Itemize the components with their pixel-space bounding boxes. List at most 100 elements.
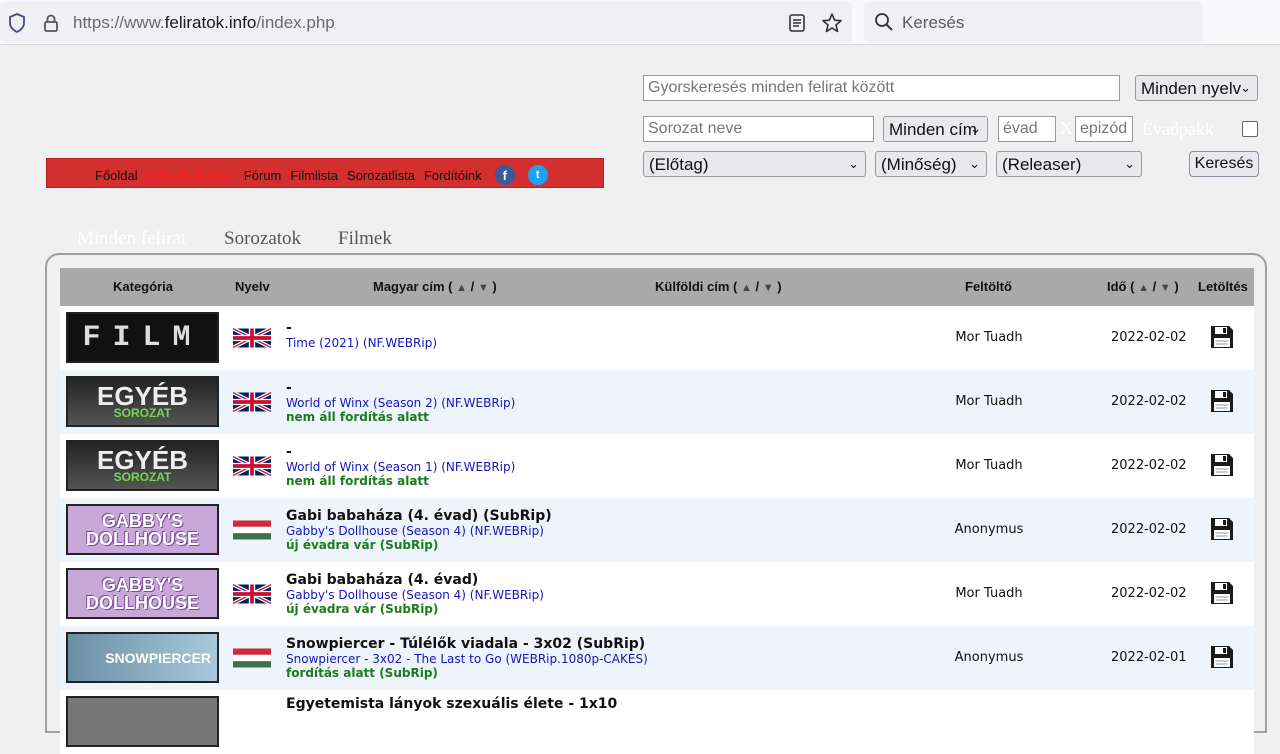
uk-flag-icon (233, 392, 271, 412)
foreign-title[interactable]: Snowpiercer - 3x02 - The Last to Go (WEB… (286, 652, 648, 666)
translation-status: nem áll fordítás alatt (286, 410, 429, 424)
title-select[interactable]: Minden cím ⌄ (883, 116, 988, 142)
tab-films[interactable]: Filmek (338, 228, 392, 250)
table-row[interactable]: Egyetemista lányok szexuális élete - 1x1… (60, 690, 1254, 754)
facebook-icon[interactable]: f (494, 165, 515, 185)
chevron-down-icon: ⌄ (848, 156, 859, 171)
nav-translators[interactable]: Fordítóink (424, 168, 482, 183)
hungarian-title[interactable]: Gabi babaháza (4. évad) (286, 572, 544, 588)
foreign-title[interactable]: World of Winx (Season 2) (NF.WEBRip) (286, 396, 515, 410)
language-select[interactable]: Minden nyelv ⌄ (1135, 75, 1258, 101)
lock-icon[interactable] (42, 13, 60, 33)
table-row[interactable]: SNOWPIERCER Snowpiercer - Túlélők viadal… (60, 626, 1254, 690)
quality-select[interactable]: (Minőség) ⌄ (875, 151, 987, 177)
table-row[interactable]: EGYÉB SOROZAT - World of Winx (Season 2) … (60, 370, 1254, 434)
table-row[interactable]: GABBY'S DOLLHOUSE Gabi babaháza (4. évad)… (60, 498, 1254, 562)
download-floppy-icon[interactable] (1210, 581, 1234, 605)
header-language: Nyelv (235, 279, 270, 294)
url-text[interactable]: https://www.feliratok.info/index.php (73, 13, 335, 33)
category-other-image[interactable]: EGYÉB SOROZAT (66, 376, 219, 427)
hungarian-title[interactable]: - (286, 380, 515, 396)
upload-date: 2022-02-01 (1111, 650, 1187, 665)
foreign-title[interactable]: Time (2021) (NF.WEBRip) (286, 336, 437, 350)
chevron-down-icon: ⌄ (1240, 80, 1251, 95)
main-nav: Főoldal Feliratbeküldés Fórum Filmlista … (46, 158, 604, 188)
subtitle-table: Kategória Nyelv Magyar cím ( ▲ / ▼ ) Kül… (60, 268, 1254, 754)
nav-submit-subtitle[interactable]: Feliratbeküldés (147, 168, 235, 183)
category-gabbys-dollhouse-image[interactable]: GABBY'S DOLLHOUSE (66, 504, 219, 555)
table-header: Kategória Nyelv Magyar cím ( ▲ / ▼ ) Kül… (60, 268, 1254, 306)
address-bar[interactable]: https://www.feliratok.info/index.php (0, 2, 852, 42)
category-film-image[interactable]: FILM (66, 312, 219, 363)
browser-search-box[interactable]: Keresés (864, 2, 1203, 42)
hungarian-title[interactable]: Gabi babaháza (4. évad) (SubRip) (286, 508, 552, 524)
foreign-title[interactable]: World of Winx (Season 1) (NF.WEBRip) (286, 460, 515, 474)
upload-date: 2022-02-02 (1111, 458, 1187, 473)
season-input[interactable]: évad (998, 116, 1056, 142)
chevron-down-icon: ⌄ (1124, 156, 1135, 171)
episode-separator: X (1060, 118, 1073, 138)
tracking-protection-shield-icon[interactable] (8, 13, 26, 33)
quick-search-input[interactable]: Gyorskeresés minden felirat között (643, 75, 1120, 101)
uk-flag-icon (233, 456, 271, 476)
bookmark-star-icon[interactable] (821, 12, 843, 34)
header-download: Letöltés (1198, 279, 1248, 294)
category-gabbys-dollhouse-image[interactable]: GABBY'S DOLLHOUSE (66, 568, 219, 619)
table-row[interactable]: GABBY'S DOLLHOUSE Gabi babaháza (4. évad)… (60, 562, 1254, 626)
reader-view-icon[interactable] (788, 13, 806, 33)
download-floppy-icon[interactable] (1210, 325, 1234, 349)
search-button[interactable]: Keresés (1189, 151, 1259, 177)
category-image[interactable] (66, 696, 219, 747)
hungarian-title[interactable]: - (286, 444, 515, 460)
browser-search-placeholder: Keresés (902, 13, 965, 32)
upload-date: 2022-02-02 (1111, 394, 1187, 409)
foreign-title[interactable]: Gabby's Dollhouse (Season 4) (NF.WEBRip) (286, 524, 552, 538)
search-icon (875, 13, 893, 31)
nav-film-list[interactable]: Filmlista (290, 168, 338, 183)
season-pack-checkbox[interactable] (1242, 121, 1258, 137)
sort-desc-icon[interactable]: ▼ (763, 282, 774, 294)
releaser-select[interactable]: (Releaser) ⌄ (996, 151, 1142, 177)
category-snowpiercer-image[interactable]: SNOWPIERCER (66, 632, 219, 683)
header-hungarian-title: Magyar cím ( ▲ / ▼ ) (373, 279, 497, 294)
nav-series-list[interactable]: Sorozatlista (347, 168, 415, 183)
episode-input[interactable]: epizód (1075, 116, 1133, 142)
header-foreign-title: Külföldi cím ( ▲ / ▼ ) (655, 279, 782, 294)
download-floppy-icon[interactable] (1210, 453, 1234, 477)
hungarian-title[interactable]: Snowpiercer - Túlélők viadala - 3x02 (Su… (286, 636, 648, 652)
translation-status: új évadra vár (SubRip) (286, 538, 439, 552)
header-time: Idő ( ▲ / ▼ ) (1107, 279, 1179, 294)
upload-date: 2022-02-02 (1111, 522, 1187, 537)
sort-asc-icon[interactable]: ▲ (1138, 282, 1149, 294)
hungarian-title[interactable]: Egyetemista lányok szexuális élete - 1x1… (286, 696, 617, 712)
browser-toolbar: https://www.feliratok.info/index.php Ker… (0, 0, 1280, 45)
sort-asc-icon[interactable]: ▲ (741, 282, 752, 294)
series-name-input[interactable]: Sorozat neve (643, 116, 874, 142)
sort-desc-icon[interactable]: ▼ (1160, 282, 1171, 294)
translation-status: nem áll fordítás alatt (286, 474, 429, 488)
sort-desc-icon[interactable]: ▼ (478, 282, 489, 294)
upload-date: 2022-02-02 (1111, 330, 1187, 345)
download-floppy-icon[interactable] (1210, 517, 1234, 541)
download-floppy-icon[interactable] (1210, 645, 1234, 669)
header-uploader: Feltöltő (965, 279, 1012, 294)
hungary-flag-icon (233, 520, 271, 540)
category-other-image[interactable]: EGYÉB SOROZAT (66, 440, 219, 491)
season-pack-label: Évadpakk (1142, 119, 1214, 139)
hungarian-title[interactable]: - (286, 320, 437, 336)
tab-all-subtitles[interactable]: Minden felirat (77, 228, 186, 250)
table-row[interactable]: EGYÉB SOROZAT - World of Winx (Season 1) … (60, 434, 1254, 498)
table-row[interactable]: FILM - Time (2021) (NF.WEBRip) Mor Tuadh… (60, 306, 1254, 370)
nav-home[interactable]: Főoldal (95, 168, 138, 183)
sort-asc-icon[interactable]: ▲ (456, 282, 467, 294)
header-category: Kategória (113, 279, 173, 294)
download-floppy-icon[interactable] (1210, 389, 1234, 413)
uk-flag-icon (233, 584, 271, 604)
chevron-down-icon: ⌄ (969, 156, 980, 171)
nav-forum[interactable]: Fórum (244, 168, 282, 183)
prefix-select[interactable]: (Előtag) ⌄ (643, 151, 866, 177)
foreign-title[interactable]: Gabby's Dollhouse (Season 4) (NF.WEBRip) (286, 588, 544, 602)
twitter-icon[interactable]: t (527, 165, 548, 185)
tab-series[interactable]: Sorozatok (224, 228, 301, 250)
translation-status: új évadra vár (SubRip) (286, 602, 439, 616)
